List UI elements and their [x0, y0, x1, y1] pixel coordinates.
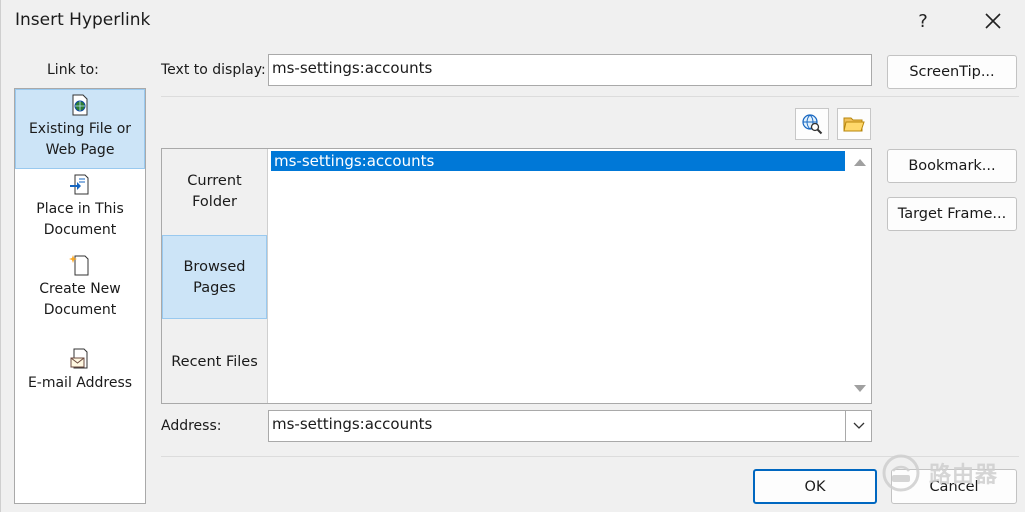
existing-file-line1: Existing File or	[28, 121, 132, 137]
title-bar: Insert Hyperlink ?	[1, 0, 1025, 40]
look-in-box: Current Folder Browsed Pages Recent File…	[161, 148, 872, 404]
screentip-button[interactable]: ScreenTip...	[887, 55, 1017, 89]
watermark: 路由器	[881, 448, 1021, 498]
router-logo-icon	[882, 454, 920, 492]
link-to-email-address[interactable]: E-mail Address	[15, 347, 145, 399]
address-label: Address:	[161, 418, 222, 434]
tab-current-folder[interactable]: Current Folder	[162, 171, 267, 231]
insert-hyperlink-dialog: Insert Hyperlink ? Link to: Existing Fil…	[0, 0, 1025, 512]
email-address-icon	[70, 348, 88, 369]
browsed-pages-line1: Browsed	[183, 259, 246, 275]
place-in-document-line1: Place in This	[36, 201, 124, 217]
create-new-document-line1: Create New	[39, 281, 121, 297]
file-list[interactable]: ms-settings:accounts	[269, 149, 847, 403]
address-dropdown-button[interactable]	[845, 411, 871, 441]
close-icon	[985, 13, 1001, 29]
help-icon: ?	[918, 10, 928, 32]
link-to-panel: Existing File or Web Page Place in This …	[14, 88, 146, 504]
scroll-up-icon[interactable]	[854, 159, 866, 166]
text-to-display-input[interactable]: ms-settings:accounts	[268, 54, 872, 86]
link-to-place-in-document[interactable]: Place in This Document	[15, 173, 145, 245]
browse-file-folder-icon	[843, 117, 865, 132]
tab-recent-files[interactable]: Recent Files	[162, 352, 267, 376]
create-new-document-icon	[69, 255, 89, 276]
help-button[interactable]: ?	[906, 6, 940, 36]
file-list-scrollbar[interactable]	[848, 149, 871, 403]
recent-files-label: Recent Files	[171, 354, 258, 370]
address-value: ms-settings:accounts	[272, 415, 433, 433]
list-item[interactable]: ms-settings:accounts	[271, 151, 845, 171]
place-in-document-line2: Document	[43, 222, 117, 238]
close-button[interactable]	[976, 6, 1010, 36]
top-separator	[161, 96, 1019, 97]
chevron-down-icon	[853, 422, 864, 429]
browse-web-button[interactable]	[795, 108, 829, 140]
browse-file-button[interactable]	[837, 108, 871, 140]
dialog-title: Insert Hyperlink	[15, 10, 151, 30]
look-in-tabs: Current Folder Browsed Pages Recent File…	[162, 149, 268, 403]
scroll-down-icon[interactable]	[854, 385, 866, 392]
existing-file-line2: Web Page	[45, 142, 115, 158]
text-to-display-label: Text to display:	[161, 62, 266, 78]
tab-browsed-pages[interactable]: Browsed Pages	[162, 235, 267, 319]
current-folder-line2: Folder	[192, 194, 237, 210]
browse-web-icon	[802, 114, 823, 135]
ok-button[interactable]: OK	[753, 469, 877, 504]
current-folder-line1: Current	[187, 173, 242, 189]
bookmark-button[interactable]: Bookmark...	[887, 149, 1017, 183]
create-new-document-line2: Document	[43, 302, 117, 318]
browsed-pages-line2: Pages	[193, 280, 236, 296]
place-in-document-icon	[70, 174, 89, 195]
link-to-create-new-document[interactable]: Create New Document	[15, 253, 145, 325]
address-combobox[interactable]: ms-settings:accounts	[268, 410, 872, 442]
link-to-label: Link to:	[47, 62, 99, 78]
existing-file-icon	[72, 94, 88, 116]
watermark-text: 路由器	[929, 463, 999, 488]
email-address-label: E-mail Address	[27, 375, 133, 391]
link-to-existing-file[interactable]: Existing File or Web Page	[15, 89, 145, 169]
target-frame-button[interactable]: Target Frame...	[887, 197, 1017, 231]
